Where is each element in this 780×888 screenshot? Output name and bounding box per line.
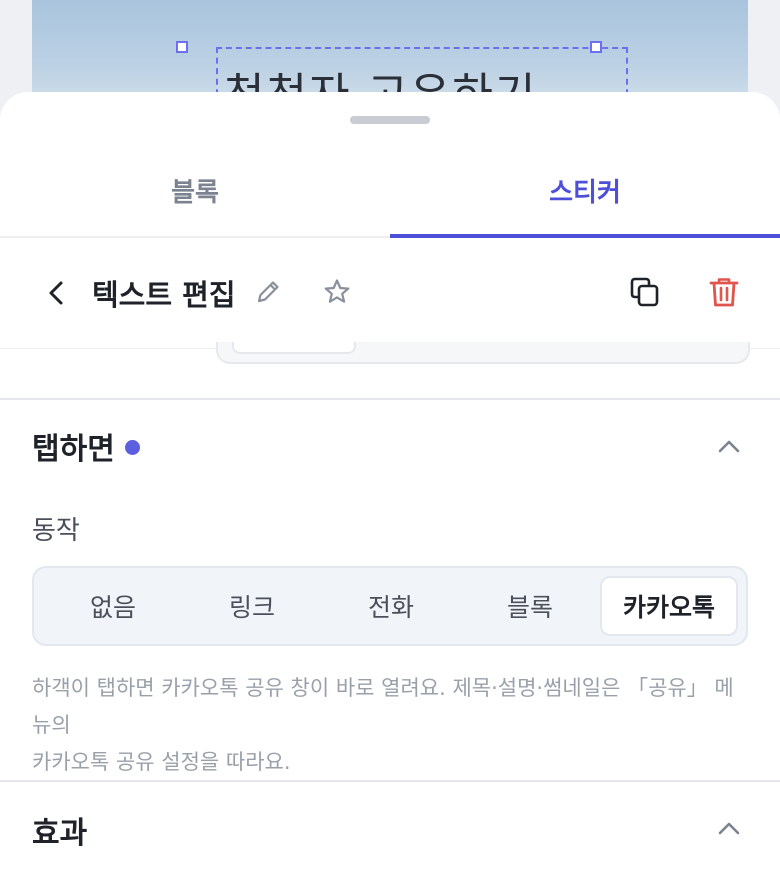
option-none[interactable]: 없음 <box>44 576 182 636</box>
chevron-up-icon[interactable] <box>714 814 744 844</box>
chevron-up-icon[interactable] <box>714 432 744 462</box>
resize-handle-top-right[interactable] <box>590 41 602 53</box>
star-icon[interactable] <box>317 272 357 312</box>
help-text: 하객이 탭하면 카카오톡 공유 창이 바로 열려요. 제목·설명·썸네일은 「공… <box>32 670 752 781</box>
tap-section-title: 탭하면 <box>32 432 115 467</box>
action-segmented-control: 없음 링크 전화 블록 카카오톡 <box>32 566 748 646</box>
clipped-field-chip <box>232 342 356 354</box>
tab-bar: 블록 스티커 <box>0 144 780 238</box>
copy-icon[interactable] <box>624 272 664 312</box>
option-block[interactable]: 블록 <box>461 576 599 636</box>
help-text-line-1: 하객이 탭하면 카카오톡 공유 창이 바로 열려요. 제목·설명·썸네일은 「공… <box>32 676 734 737</box>
option-phone[interactable]: 전화 <box>322 576 460 636</box>
clipped-field <box>216 342 750 364</box>
option-link[interactable]: 링크 <box>183 576 321 636</box>
tab-blocks[interactable]: 블록 <box>0 144 390 236</box>
bottom-sheet: 블록 스티커 텍스트 편집 탭하면 동작 없음 링크 전화 블록 카카오톡 하객… <box>0 92 780 888</box>
option-kakaotalk[interactable]: 카카오톡 <box>600 576 738 636</box>
sheet-grabber[interactable] <box>350 116 430 124</box>
pencil-icon[interactable] <box>248 272 288 312</box>
status-dot <box>125 440 140 455</box>
help-text-line-2: 카카오톡 공유 설정을 따라요. <box>32 750 291 774</box>
action-label: 동작 <box>32 516 80 546</box>
back-chevron-icon[interactable] <box>40 276 74 310</box>
edit-toolbar: 텍스트 편집 <box>0 238 780 349</box>
edit-title: 텍스트 편집 <box>92 278 236 312</box>
effect-section-title: 효과 <box>32 816 88 851</box>
section-divider <box>0 780 780 782</box>
tab-stickers[interactable]: 스티커 <box>390 144 780 236</box>
section-divider <box>0 398 780 400</box>
trash-icon[interactable] <box>704 272 744 312</box>
resize-handle-top-left[interactable] <box>176 41 188 53</box>
